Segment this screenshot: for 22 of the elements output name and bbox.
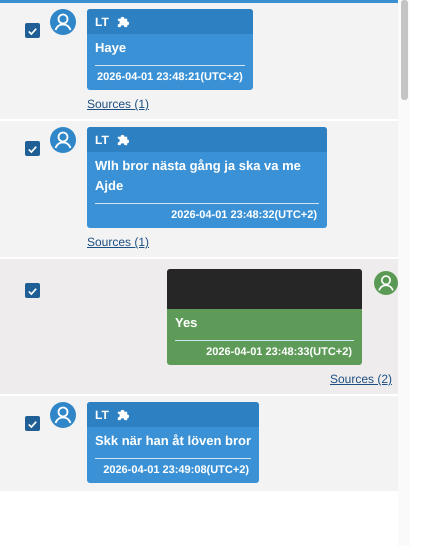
sources-link[interactable]: Sources (2) (330, 372, 392, 386)
sources-link[interactable]: Sources (1) (87, 97, 150, 111)
message-text: Haye (95, 39, 128, 57)
message-text: Wlh bror nästa gång ja ska va me Ajde (95, 157, 302, 195)
message-timestamp: 2026-04-01 23:48:21(UTC+2) (96, 71, 244, 83)
checkbox[interactable] (25, 23, 40, 38)
sender-name: LT (95, 132, 109, 146)
message-timestamp: 2026-04-01 23:48:32(UTC+2) (170, 209, 318, 221)
user-avatar-icon (50, 402, 76, 428)
checkbox[interactable] (25, 283, 40, 298)
message-timestamp: 2026-04-01 23:48:33(UTC+2) (205, 346, 353, 358)
message-text: Skk när han åt löven bror (95, 432, 252, 450)
message-timestamp: 2026-04-01 23:49:08(UTC+2) (102, 464, 250, 476)
user-avatar-icon (50, 127, 76, 153)
sender-name: LT (95, 408, 109, 422)
sources-link[interactable]: Sources (1) (87, 235, 150, 249)
checkbox[interactable] (25, 141, 40, 156)
user-avatar-icon (50, 9, 76, 35)
sender-name: LT (95, 14, 109, 28)
checkbox[interactable] (25, 416, 40, 431)
message-text: Yes (175, 314, 198, 332)
user-avatar-icon (374, 271, 398, 295)
